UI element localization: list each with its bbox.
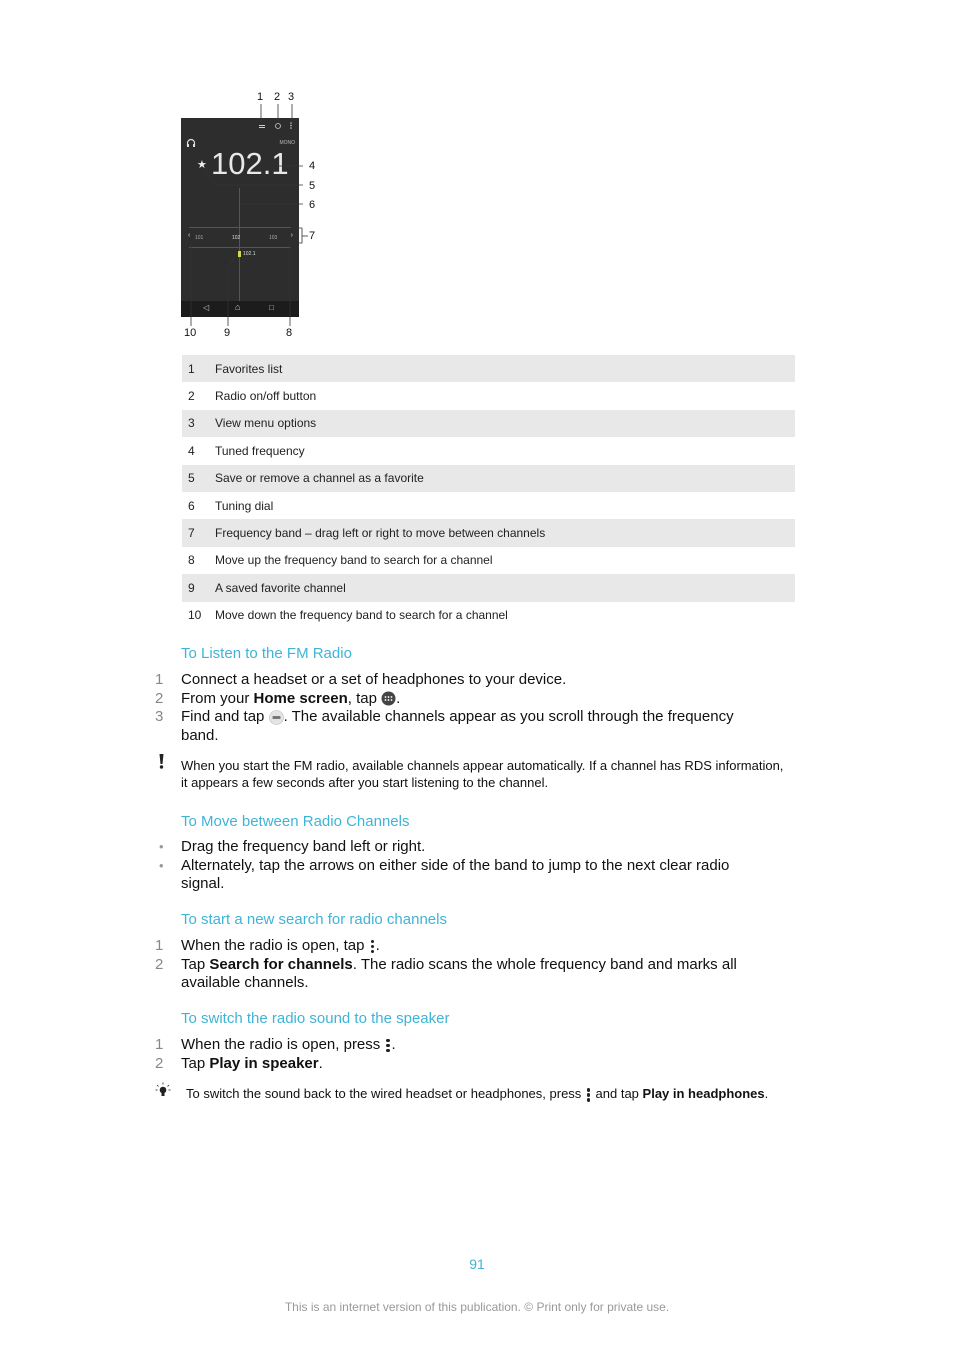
legend-table: 1 Favorites list 2 Radio on/off button 3 Vi… <box>182 355 795 629</box>
step-number: 2 <box>155 1054 164 1072</box>
fm-radio-figure: 1 2 3 4 5 6 7 10 9 8 MONO ★ 102.1 ‹ › 10… <box>0 0 954 345</box>
note-text: When you start the FM radio, available c… <box>181 758 784 790</box>
step-number: 1 <box>155 937 164 954</box>
legend-text: Tuning dial <box>215 498 274 513</box>
legend-row: 2 Radio on/off button <box>182 382 795 409</box>
step: 1 When the radio is open, press . <box>155 1036 755 1055</box>
step: 3 Find and tap . The available channels … <box>155 708 755 745</box>
step: 1 When the radio is open, tap . <box>155 937 755 956</box>
legend-number: 8 <box>188 553 195 568</box>
legend-row: 6 Tuning dial <box>182 492 795 519</box>
page-number: 91 <box>469 1256 485 1272</box>
legend-text: View menu options <box>215 416 317 431</box>
step-number: 2 <box>155 689 164 707</box>
legend-number: 7 <box>188 526 195 541</box>
step-emphasis: Home screen <box>253 689 348 707</box>
legend-number: 5 <box>188 471 195 486</box>
legend-row: 5 Save or remove a channel as a favorite <box>182 464 795 492</box>
bullet-item: • Drag the frequency band left or right. <box>155 838 755 857</box>
step-text: . <box>391 1036 396 1053</box>
legend-row: 10 Move down the frequency band to search… <box>182 602 795 629</box>
step-number: 1 <box>155 671 164 688</box>
more-options-icon <box>385 1038 390 1053</box>
tip-text-part: To switch the sound back to the wired he… <box>186 1086 585 1101</box>
step-emphasis: Search for channels <box>209 955 353 973</box>
step-number: 2 <box>155 955 164 973</box>
legend-number: 1 <box>188 361 195 376</box>
callout-leader-lines <box>190 104 308 326</box>
step-text: Connect a headset or a set of headphones… <box>181 671 567 688</box>
step: 2 From your Home screen, tap . <box>155 690 755 709</box>
legend-text: Move down the frequency band to search f… <box>215 608 508 623</box>
step-text: . <box>375 937 380 954</box>
tip-emphasis: Play in headphones <box>642 1086 765 1101</box>
legend-text: Save or remove a channel as a favorite <box>215 471 424 486</box>
bullet-icon: • <box>159 839 164 854</box>
legend-text: Radio on/off button <box>215 389 317 404</box>
legend-number: 6 <box>188 498 195 513</box>
legend-text: Move up the frequency band to search for… <box>215 553 493 568</box>
step: 2 Tap Search for channels. The radio sca… <box>155 956 755 993</box>
legend-row: 3 View menu options <box>182 409 795 438</box>
step-emphasis: Play in speaker <box>209 1054 319 1072</box>
step-text: From your <box>181 689 254 707</box>
step-text: . <box>318 1054 323 1072</box>
section-heading: To Move between Radio Channels <box>181 813 410 830</box>
tip-lightbulb-icon <box>155 1082 171 1096</box>
legend-number: 3 <box>188 416 195 431</box>
legend-text: Tuned frequency <box>215 443 305 458</box>
legend-row: 1 Favorites list <box>182 355 795 383</box>
step-text: When the radio is open, press <box>181 1036 385 1053</box>
step-text: Tap <box>181 1054 210 1072</box>
legend-text: A saved favorite channel <box>215 580 346 595</box>
bullet-text: Drag the frequency band left or right. <box>181 838 426 855</box>
step-text: . <box>396 689 401 707</box>
tip-text: To switch the sound back to the wired he… <box>186 1086 786 1103</box>
step: 2 Tap Play in speaker. <box>155 1055 755 1074</box>
bullet-text: Alternately, tap the arrows on either si… <box>181 856 730 893</box>
step-number: 3 <box>155 708 164 725</box>
more-options-icon <box>370 939 375 954</box>
step-number: 1 <box>155 1036 164 1053</box>
legend-row: 8 Move up the frequency band to search fo… <box>182 547 795 574</box>
fm-radio-app-icon <box>268 709 284 725</box>
legend-number: 10 <box>188 608 202 623</box>
legend-number: 2 <box>188 389 195 404</box>
tip-text-part: . <box>764 1086 769 1101</box>
step: 1 Connect a headset or a set of headphon… <box>155 671 755 690</box>
legend-row: 9 A saved favorite channel <box>182 574 795 602</box>
apps-icon <box>381 691 396 706</box>
legend-row: 4 Tuned frequency <box>182 437 795 464</box>
warning-exclamation-icon <box>159 754 164 769</box>
section-heading: To start a new search for radio channels <box>181 911 447 928</box>
bullet-icon: • <box>159 857 164 873</box>
legend-text: Frequency band – drag left or right to m… <box>215 526 546 541</box>
more-options-icon <box>586 1087 591 1102</box>
bullet-item: • Alternately, tap the arrows on either … <box>155 857 735 894</box>
step-text: When the radio is open, tap <box>181 937 369 954</box>
legend-text: Favorites list <box>215 361 283 376</box>
footer-notice: This is an internet version of this publ… <box>284 1300 670 1314</box>
section-heading: To Listen to the FM Radio <box>181 645 352 662</box>
step-text: Tap <box>181 955 210 973</box>
step-text: , tap <box>347 689 382 707</box>
step-text: Find and tap <box>181 708 269 725</box>
legend-row: 7 Frequency band – drag left or right to … <box>182 519 795 547</box>
tip-text-part: and tap <box>591 1086 643 1101</box>
legend-number: 9 <box>188 580 195 595</box>
legend-number: 4 <box>188 443 195 458</box>
section-heading: To switch the radio sound to the speaker <box>181 1010 450 1027</box>
